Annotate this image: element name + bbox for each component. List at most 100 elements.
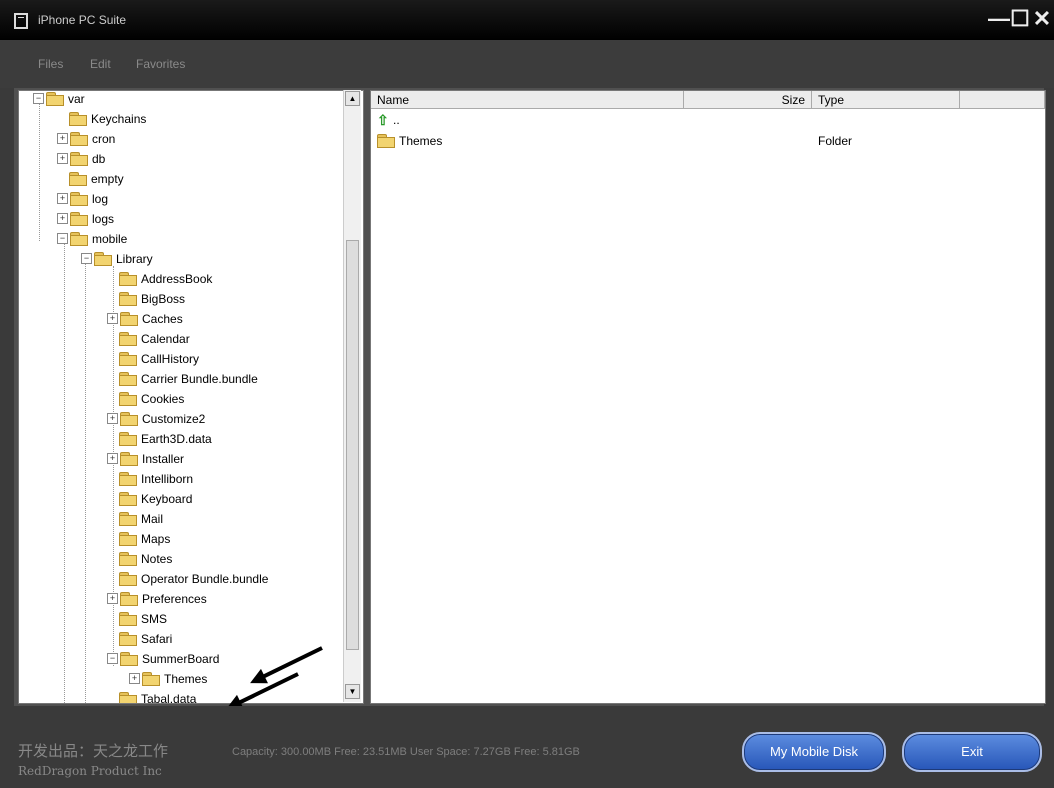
collapse-toggle[interactable]: − [81,253,92,265]
folder-icon [69,172,87,187]
tree-item-maps[interactable]: Maps [119,531,170,551]
tree-item-log[interactable]: + log [57,191,108,211]
tree-item-label: empty [91,171,124,186]
folder-icon [119,332,137,347]
folder-icon [120,592,138,607]
tree-scrollbar[interactable]: ▲ ▼ [343,90,361,702]
column-header-size[interactable]: Size [684,91,812,109]
minimize-button[interactable]: — [988,8,1010,30]
expand-toggle[interactable]: + [57,133,68,145]
folder-icon [119,612,137,627]
tree-item-calendar[interactable]: Calendar [119,331,190,351]
tree-item-keychains[interactable]: Keychains [69,111,146,131]
maximize-button[interactable]: ☐ [1010,8,1030,30]
tree-item-notes[interactable]: Notes [119,551,172,571]
tree-item-empty[interactable]: empty [69,171,124,191]
tree-item-label: Keychains [91,111,147,126]
tree-item-label: Caches [142,311,183,326]
tree-item-label: SummerBoard [142,651,220,666]
tree-item-label: Library [116,251,153,266]
tree-item-mobile[interactable]: − mobile [57,231,127,251]
tree-item-mail[interactable]: Mail [119,511,163,531]
tree-item-safari[interactable]: Safari [119,631,172,651]
tree-item-label: AddressBook [141,271,213,286]
tree-item-label: Installer [142,451,185,466]
tree-item-library[interactable]: − Library [81,251,153,271]
tree-item-label: Carrier Bundle.bundle [141,371,258,386]
folder-icon [119,392,137,407]
tree-item-label: CallHistory [141,351,200,366]
tree-item-earth3d[interactable]: Earth3D.data [119,431,212,451]
tree-item-var[interactable]: − var [33,91,85,111]
menu-bar: Files Edit Favorites [0,40,1054,88]
title-bar[interactable]: iPhone PC Suite — ☐ ✕ [0,0,1054,40]
menu-favorites[interactable]: Favorites [136,57,185,71]
collapse-toggle[interactable]: − [57,233,68,245]
tree-item-cron[interactable]: + cron [57,131,115,151]
expand-toggle[interactable]: + [107,413,118,425]
expand-toggle[interactable]: + [129,673,140,685]
tree-item-themes[interactable]: + Themes [129,671,207,691]
list-item-parent[interactable]: ⇧ .. [371,112,1045,130]
tree-item-carrier-bundle[interactable]: Carrier Bundle.bundle [119,371,258,391]
scroll-up-button[interactable]: ▲ [345,91,360,106]
tree-item-caches[interactable]: + Caches [107,311,183,331]
expand-toggle[interactable]: + [107,593,118,605]
tree-item-cookies[interactable]: Cookies [119,391,184,411]
folder-icon [120,452,138,467]
collapse-toggle[interactable]: − [33,93,44,105]
brand-company-text: RedDragon Product Inc [18,764,162,778]
folder-icon [120,312,138,327]
expand-toggle[interactable]: + [57,193,68,205]
menu-edit[interactable]: Edit [90,57,111,71]
file-list[interactable]: Name Size Type ⇧ .. Themes Folder [370,90,1046,704]
tree-item-logs[interactable]: + logs [57,211,114,231]
tree-item-label: Intelliborn [141,471,194,486]
scroll-down-button[interactable]: ▼ [345,684,360,699]
tree-item-sms[interactable]: SMS [119,611,167,631]
expand-toggle[interactable]: + [57,153,68,165]
tree-guide-line [64,241,65,703]
tree-item-preferences[interactable]: + Preferences [107,591,207,611]
expand-toggle[interactable]: + [107,453,118,465]
tree-item-installer[interactable]: + Installer [107,451,184,471]
collapse-toggle[interactable]: − [107,653,118,665]
tree-item-customize2[interactable]: + Customize2 [107,411,205,431]
status-bar: 开发出品：天之龙工作 RedDragon Product Inc Capacit… [0,706,1054,788]
list-item[interactable]: Themes Folder [371,132,1045,150]
expand-toggle[interactable]: + [107,313,118,325]
tree-item-label: Preferences [142,591,207,606]
tree-item-keyboard[interactable]: Keyboard [119,491,192,511]
folder-icon [119,352,137,367]
scroll-thumb[interactable] [346,240,359,650]
tree-item-callhistory[interactable]: CallHistory [119,351,199,371]
folder-icon [70,132,88,147]
tree-item-label: logs [92,211,115,226]
tree-item-summerboard[interactable]: − SummerBoard [107,651,219,671]
folder-icon [119,272,137,287]
tree-item-db[interactable]: + db [57,151,105,171]
column-header-name[interactable]: Name [371,91,684,109]
folder-icon [70,192,88,207]
tree-item-label: mobile [92,231,128,246]
tree-item-label: Cookies [141,391,185,406]
tree-item-label: Maps [141,531,171,546]
tree-item-label: SMS [141,611,168,626]
tree-item-intelliborn[interactable]: Intelliborn [119,471,193,491]
tree-item-bigboss[interactable]: BigBoss [119,291,185,311]
app-icon [14,13,28,29]
expand-toggle[interactable]: + [57,213,68,225]
tree-item-operator-bundle[interactable]: Operator Bundle.bundle [119,571,268,591]
exit-button[interactable]: Exit [902,732,1042,772]
tree-item-addressbook[interactable]: AddressBook [119,271,212,291]
tree-guide-line [39,101,40,241]
menu-files[interactable]: Files [38,57,63,71]
close-button[interactable]: ✕ [1032,8,1052,30]
tree-item-tabal[interactable]: Tabal.data [119,691,196,703]
folder-icon [119,532,137,547]
folder-tree[interactable]: − var Keychains + cron + db empty + log + log… [18,90,364,704]
column-header-type[interactable]: Type [812,91,960,109]
my-mobile-disk-button[interactable]: My Mobile Disk [742,732,886,772]
folder-icon [142,672,160,687]
capacity-status: Capacity: 300.00MB Free: 23.51MB User Sp… [232,746,580,758]
